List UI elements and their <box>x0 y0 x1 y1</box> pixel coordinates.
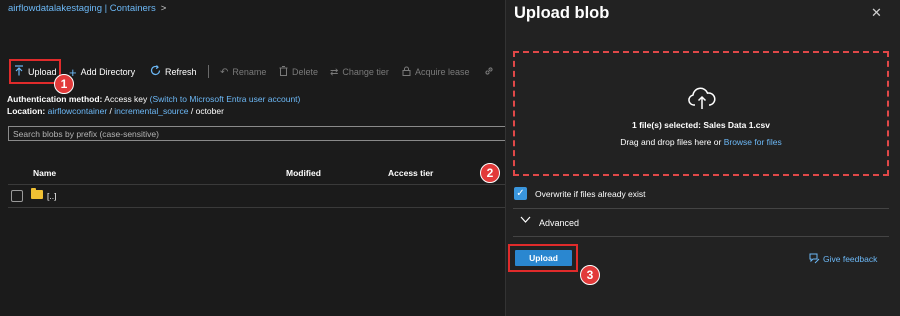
plus-icon: + <box>69 64 77 80</box>
location-label: Location: <box>7 106 46 116</box>
location-separator: / <box>190 106 194 116</box>
toolbar-divider <box>208 65 209 78</box>
refresh-button[interactable]: Refresh <box>150 63 197 81</box>
undo-icon: ↶ <box>220 66 229 78</box>
location-current: october <box>195 106 224 116</box>
rename-button[interactable]: ↶ Rename <box>220 63 266 81</box>
parent-folder-row[interactable]: [..] <box>47 191 56 201</box>
trash-icon <box>279 65 288 79</box>
column-header-modified[interactable]: Modified <box>286 168 321 178</box>
breadcrumb[interactable]: airflowdatalakestaging | Containers > <box>8 3 166 14</box>
add-directory-button[interactable]: + Add Directory <box>69 63 135 81</box>
acquire-lease-label: Acquire lease <box>415 67 470 77</box>
breadcrumb-link[interactable]: airflowdatalakestaging | Containers <box>8 3 156 14</box>
location-row: Location: airflowcontainer / incremental… <box>7 106 224 116</box>
add-directory-label: Add Directory <box>80 67 136 77</box>
auth-method-row: Authentication method: Access key (Switc… <box>7 94 300 104</box>
rename-label: Rename <box>232 67 267 77</box>
refresh-icon <box>150 65 161 79</box>
folder-icon <box>31 188 43 199</box>
chevron-down-icon[interactable] <box>520 215 531 226</box>
give-feedback-link[interactable]: Give feedback <box>809 253 877 264</box>
link-icon[interactable] <box>484 63 498 81</box>
table-divider <box>8 184 505 185</box>
callout-badge-3: 3 <box>580 265 600 285</box>
files-selected-text: 1 file(s) selected: Sales Data 1.csv <box>632 120 770 130</box>
search-input[interactable]: Search blobs by prefix (case-sensitive) <box>8 126 505 141</box>
advanced-section-toggle[interactable]: Advanced <box>539 218 579 228</box>
give-feedback-label: Give feedback <box>823 254 878 264</box>
upload-callout-box <box>9 59 61 84</box>
panel-title: Upload blob <box>514 4 610 22</box>
column-header-access-tier[interactable]: Access tier <box>388 168 433 178</box>
close-icon[interactable]: ✕ <box>871 5 882 21</box>
switch-auth-link[interactable]: (Switch to Microsoft Entra user account) <box>150 94 301 104</box>
section-divider <box>513 208 889 209</box>
section-divider <box>513 236 889 237</box>
feedback-icon <box>809 253 820 264</box>
location-container-link[interactable]: airflowcontainer <box>48 106 108 116</box>
location-separator: / <box>109 106 112 116</box>
column-header-name[interactable]: Name <box>33 168 56 178</box>
browse-files-link[interactable]: Browse for files <box>724 137 782 147</box>
drag-drop-text: Drag and drop files here or Browse for f… <box>513 137 889 147</box>
change-tier-label: Change tier <box>342 67 389 77</box>
delete-label: Delete <box>292 67 319 77</box>
table-divider <box>8 207 505 208</box>
swap-icon: ⇄ <box>330 66 339 78</box>
row-checkbox[interactable] <box>11 190 23 202</box>
cloud-upload-icon <box>687 86 717 112</box>
acquire-lease-button[interactable]: Acquire lease <box>402 63 470 81</box>
drag-drop-label: Drag and drop files here or <box>620 137 724 147</box>
container-pane <box>0 0 505 316</box>
upload-button-callout-box <box>508 244 578 272</box>
lock-icon <box>402 66 411 79</box>
auth-value: Access key <box>104 94 148 104</box>
delete-button[interactable]: Delete <box>279 63 318 81</box>
refresh-label: Refresh <box>165 67 197 77</box>
callout-badge-2: 2 <box>480 163 500 183</box>
file-drop-zone[interactable] <box>513 51 889 176</box>
change-tier-button[interactable]: ⇄ Change tier <box>330 63 389 81</box>
location-folder-link[interactable]: incremental_source <box>114 106 188 116</box>
auth-label: Authentication method: <box>7 94 103 104</box>
chevron-right-icon: > <box>160 3 167 14</box>
overwrite-checkbox[interactable]: ✓ <box>514 187 527 200</box>
overwrite-label: Overwrite if files already exist <box>535 189 646 199</box>
